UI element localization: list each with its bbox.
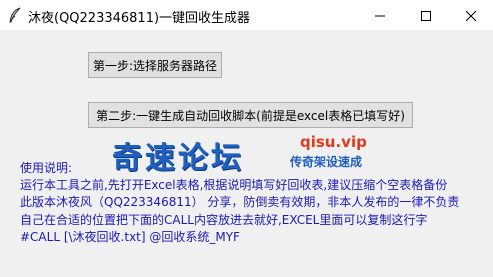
minimize-icon xyxy=(375,6,385,25)
maximize-icon xyxy=(421,6,431,25)
generate-script-button[interactable]: 第二步:一键生成自动回收脚本(前提是excel表格已填写好) xyxy=(88,102,413,128)
instruction-line: 运行本工具之前,先打开Excel表格,根据说明填写好回收表,建议压缩个空表格备份 xyxy=(20,178,448,193)
select-server-path-button[interactable]: 第一步:选择服务器路径 xyxy=(88,52,222,78)
close-button[interactable] xyxy=(449,0,493,30)
app-window: 沐夜(QQ223346811)一键回收生成器 第一步:选择服务器路径 第二步:一… xyxy=(0,0,493,277)
watermark-title: 奇速论坛 xyxy=(112,141,244,176)
instruction-line: #CALL [\沐夜回收.txt] @回收系统_MYF xyxy=(20,229,240,244)
instruction-line: 此版本沐夜风（QQ223346811） 分享，防倒卖有效期，非本人发布的一律不负… xyxy=(20,195,460,210)
minimize-button[interactable] xyxy=(357,0,403,30)
watermark-domain: qisu.vip xyxy=(300,133,367,151)
watermark-tagline: 传奇架设速成 xyxy=(290,155,363,169)
close-icon xyxy=(465,6,477,25)
maximize-button[interactable] xyxy=(403,0,449,30)
forum-watermark: 奇速论坛 qisu.vip 传奇架设速成 xyxy=(112,133,412,176)
feather-icon xyxy=(8,7,22,23)
window-title: 沐夜(QQ223346811)一键回收生成器 xyxy=(28,11,251,26)
instruction-line: 自己在合适的位置把下面的CALL内容放进去就好,EXCEL里面可以复制这行字 xyxy=(20,212,428,227)
title-bar[interactable]: 沐夜(QQ223346811)一键回收生成器 xyxy=(0,0,493,30)
